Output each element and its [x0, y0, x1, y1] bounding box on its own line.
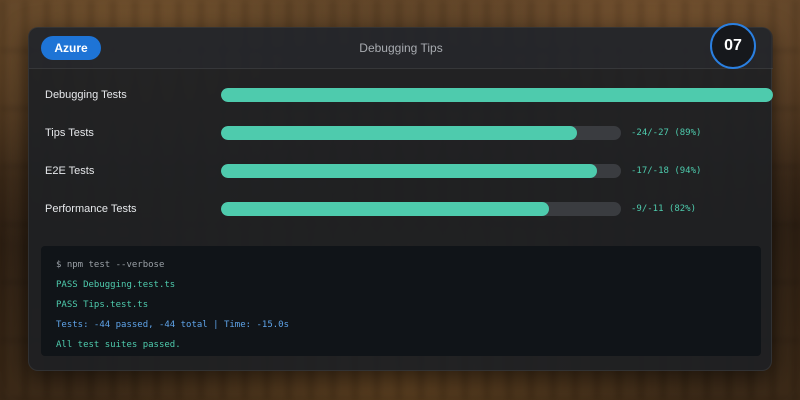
progress-track: [221, 88, 773, 102]
test-row-label: Performance Tests: [45, 203, 137, 215]
test-row-e2e: E2E Tests -17/-18 (94%): [29, 161, 773, 181]
test-row-debugging: Debugging Tests: [29, 85, 773, 105]
progress-fill: [221, 88, 773, 102]
card-title: Debugging Tips: [359, 41, 443, 55]
test-row-performance: Performance Tests -9/-11 (82%): [29, 199, 773, 219]
test-row-label: Debugging Tests: [45, 89, 127, 101]
progress-track: [221, 164, 621, 178]
progress-track: [221, 202, 621, 216]
test-row-stat: -17/-18 (94%): [631, 166, 702, 176]
progress-fill: [221, 202, 549, 216]
terminal-command-line: $ npm test --verbose: [56, 260, 165, 270]
terminal-summary-line: Tests: -44 passed, -44 total | Time: -15…: [56, 320, 289, 330]
progress-fill: [221, 164, 597, 178]
terminal-output: $ npm test --verbose PASS Debugging.test…: [41, 246, 761, 356]
card-header: Azure Debugging Tips: [29, 28, 773, 69]
terminal-success-line: All test suites passed.: [56, 340, 181, 350]
test-results-card: Azure Debugging Tips 07 Debugging Tests …: [28, 23, 773, 371]
test-row-label: Tips Tests: [45, 127, 94, 139]
test-row-label: E2E Tests: [45, 165, 95, 177]
progress-fill: [221, 126, 577, 140]
step-number-badge: 07: [710, 23, 756, 69]
progress-track: [221, 126, 621, 140]
test-row-stat: -24/-27 (89%): [631, 128, 702, 138]
test-row-stat: -9/-11 (82%): [631, 204, 697, 214]
test-row-tips: Tips Tests -24/-27 (89%): [29, 123, 773, 143]
terminal-pass-line: PASS Debugging.test.ts: [56, 280, 176, 290]
terminal-pass-line: PASS Tips.test.ts: [56, 300, 149, 310]
